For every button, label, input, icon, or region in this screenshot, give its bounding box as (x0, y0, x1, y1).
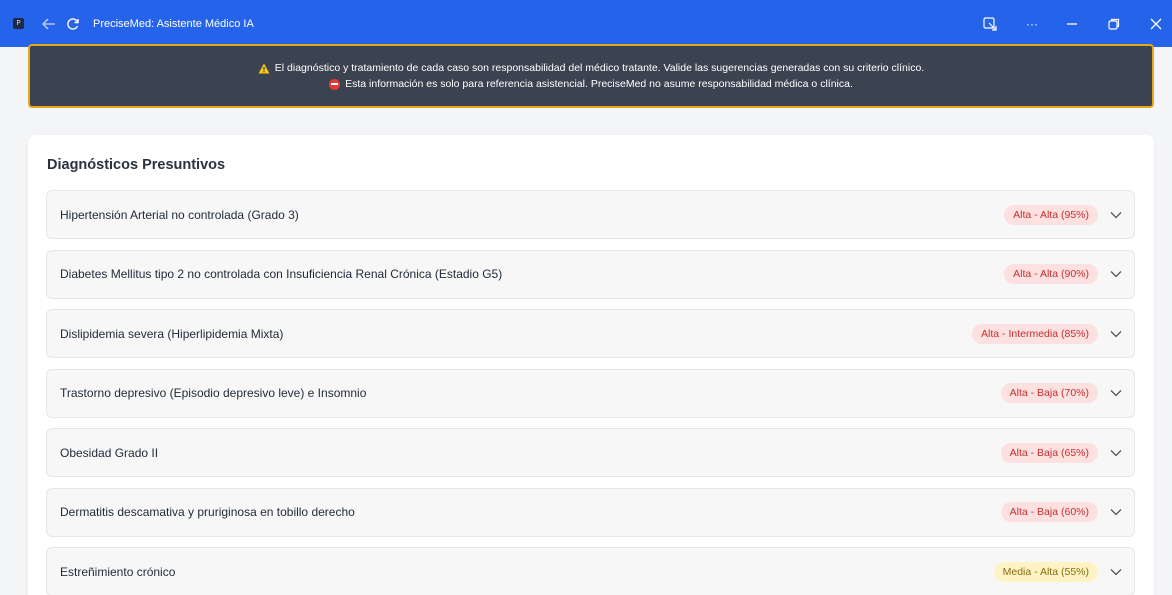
chevron-down-icon[interactable] (1108, 266, 1124, 282)
arrow-left-icon (42, 18, 55, 29)
chevron-down-icon[interactable] (1108, 504, 1124, 520)
diagnosis-row[interactable]: Dislipidemia severa (Hiperlipidemia Mixt… (46, 309, 1135, 358)
warning-line: El diagnóstico y tratamiento de cada cas… (258, 62, 924, 74)
extensions-button[interactable] (974, 0, 1006, 47)
no-entry-icon (329, 78, 341, 90)
section-title: Diagnósticos Presuntivos (47, 157, 226, 173)
restore-icon (1108, 18, 1120, 30)
chevron-down-icon[interactable] (1108, 385, 1124, 401)
diagnosis-row[interactable]: Hipertensión Arterial no controlada (Gra… (46, 190, 1135, 239)
probability-badge: Alta - Baja (70%) (1000, 383, 1098, 403)
diagnosis-label: Obesidad Grado II (60, 445, 159, 460)
chevron-down-icon[interactable] (1108, 326, 1124, 342)
diagnosis-row[interactable]: Obesidad Grado II Alta - Baja (65%) (46, 428, 1135, 477)
chevron-down-icon[interactable] (1108, 207, 1124, 223)
diagnosis-label: Trastorno depresivo (Episodio depresivo … (60, 386, 367, 400)
probability-badge: Alta - Alta (90%) (1004, 264, 1098, 284)
back-button[interactable] (41, 16, 57, 32)
diagnosis-label: Dislipidemia severa (Hiperlipidemia Mixt… (60, 326, 284, 341)
reload-icon (67, 17, 79, 30)
diagnosis-label: Hipertensión Arterial no controlada (Gra… (60, 207, 299, 222)
disclaimer-banner: El diagnóstico y tratamiento de cada cas… (28, 44, 1154, 108)
diagnoses-card: Diagnósticos Presuntivos Hipertensión Ar… (28, 135, 1154, 595)
minimize-button[interactable] (1056, 0, 1088, 47)
probability-badge: Alta - Intermedia (85%) (972, 323, 1098, 344)
probability-badge: Alta - Alta (95%) (1004, 204, 1098, 225)
warning-text: El diagnóstico y tratamiento de cada cas… (274, 62, 925, 74)
more-options-button[interactable]: ··· (1016, 0, 1048, 47)
minimize-icon (1067, 22, 1077, 25)
diagnosis-label: Dermatitis descamativa y pruriginosa en … (60, 505, 355, 519)
window-titlebar: P PreciseMed: Asistente Médico IA ··· (0, 0, 1172, 47)
reload-button[interactable] (65, 16, 81, 32)
warning-icon (258, 63, 270, 73)
diagnosis-row[interactable]: Trastorno depresivo (Episodio depresivo … (46, 368, 1135, 418)
chevron-down-icon[interactable] (1108, 445, 1124, 461)
info-line: Esta información es solo para referencia… (329, 78, 853, 90)
chevron-down-icon[interactable] (1108, 564, 1124, 580)
diagnosis-row[interactable]: Estreñimiento crónico Media - Alta (55%) (46, 547, 1135, 595)
close-button[interactable] (1140, 0, 1172, 47)
diagnosis-list: Hipertensión Arterial no controlada (Gra… (46, 190, 1135, 595)
probability-badge: Media - Alta (55%) (993, 561, 1098, 582)
diagnosis-row[interactable]: Diabetes Mellitus tipo 2 no controlada c… (46, 249, 1135, 299)
extension-icon (983, 16, 997, 31)
diagnosis-row[interactable]: Dermatitis descamativa y pruriginosa en … (46, 487, 1135, 537)
window-title: PreciseMed: Asistente Médico IA (93, 17, 254, 30)
diagnosis-label: Diabetes Mellitus tipo 2 no controlada c… (60, 267, 503, 281)
probability-badge: Alta - Baja (60%) (1000, 502, 1098, 522)
diagnosis-label: Estreñimiento crónico (60, 564, 176, 579)
probability-badge: Alta - Baja (65%) (1000, 442, 1098, 463)
restore-button[interactable] (1098, 0, 1130, 47)
info-text: Esta información es solo para referencia… (345, 78, 853, 90)
app-icon: P (13, 18, 24, 29)
close-icon (1150, 18, 1162, 29)
